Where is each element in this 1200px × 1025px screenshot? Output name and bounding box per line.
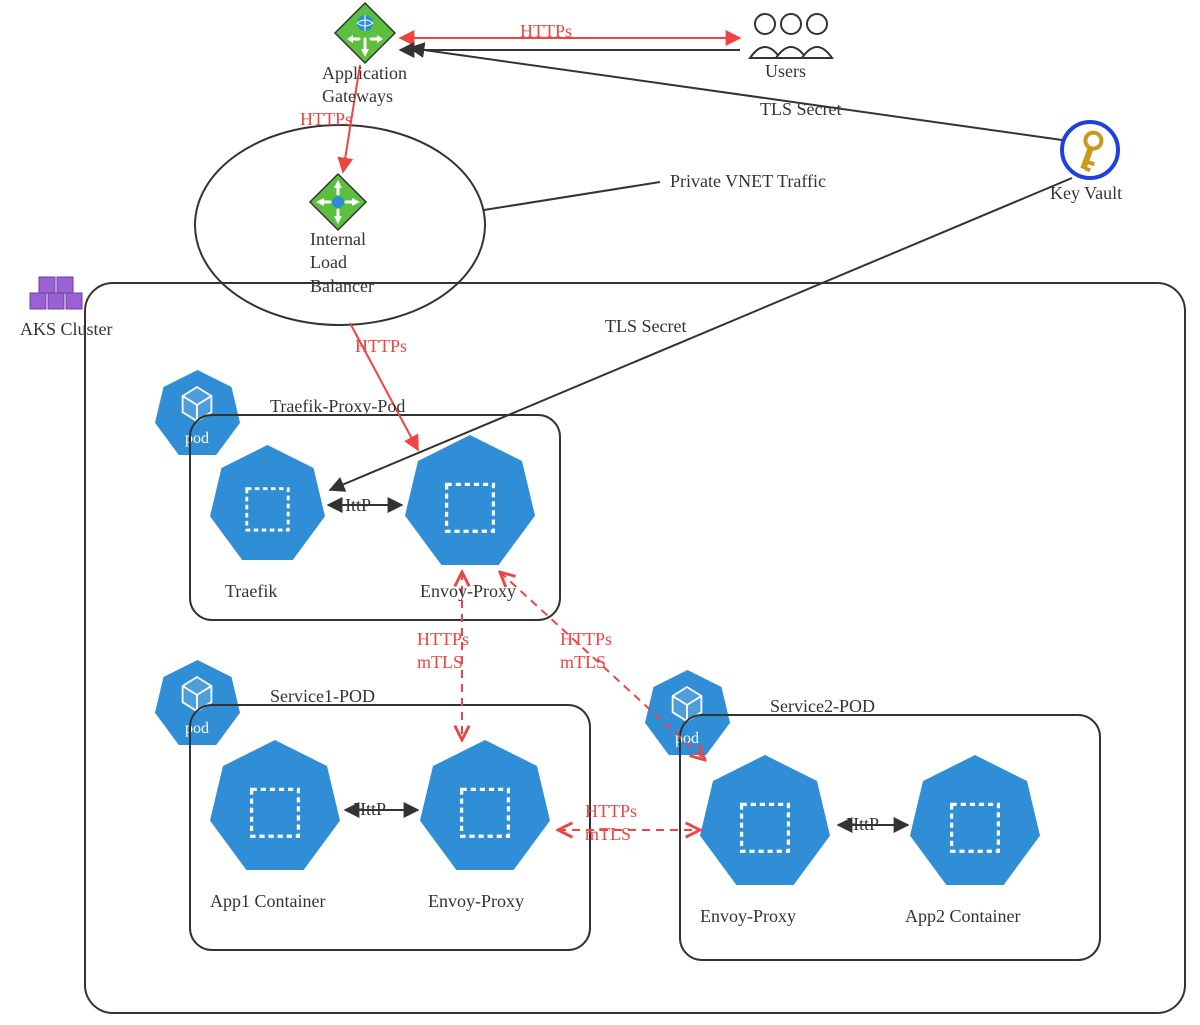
envoy-top-container-icon [405, 435, 535, 565]
envoy-right-label: Envoy-Proxy [700, 905, 796, 928]
envoy-top-label: Envoy-Proxy [420, 580, 516, 603]
edge-s1-http-label: HttP [353, 798, 386, 821]
svg-text:pod: pod [185, 430, 209, 447]
traefik-container-icon [210, 445, 325, 560]
service1-pod-label: Service1-POD [270, 685, 375, 708]
traefik-pod-label: Traefik-Proxy-Pod [270, 395, 405, 418]
edge-kv-traefik-label: TLS Secret [605, 315, 686, 338]
app2-label: App2 Container [905, 905, 1020, 928]
edge-s1-s2-label: HTTPs mTLS [585, 800, 637, 847]
traefik-pod-badge: pod [155, 370, 240, 455]
edge-envoy-s2-label: HTTPs mTLS [560, 628, 612, 675]
key-vault-icon [1062, 122, 1118, 178]
ilb-icon [310, 174, 366, 230]
app-gateway-icon [335, 3, 395, 63]
envoy-left-label: Envoy-Proxy [428, 890, 524, 913]
app1-label: App1 Container [210, 890, 325, 913]
app-gateway-label: Application Gateways [322, 62, 407, 109]
edge-s2-http-label: HttP [846, 813, 879, 836]
edge-ilb-traefik-label: HTTPs [355, 335, 407, 358]
svg-text:pod: pod [185, 720, 209, 737]
app1-container-icon [210, 740, 340, 870]
edge-envoy-s1-label: HTTPs mTLS [417, 628, 469, 675]
ilb-label: Internal Load Balancer [310, 228, 374, 298]
service2-pod-badge: pod [645, 670, 730, 755]
diagram-canvas: pod pod pod [0, 0, 1200, 1025]
edge-ilb-vnet-label: Private VNET Traffic [670, 170, 826, 193]
users-icon [750, 14, 832, 58]
users-label: Users [765, 60, 806, 83]
envoy-right-container-icon [700, 755, 830, 885]
traefik-label: Traefik [225, 580, 277, 603]
edge-traefik-http: HttP [338, 494, 371, 517]
edge-kv-appgw-label: TLS Secret [760, 98, 841, 121]
edge-kv-appgw [410, 48, 1062, 140]
aks-cluster-icon [30, 277, 82, 309]
service1-pod-badge: pod [155, 660, 240, 745]
aks-cluster-label: AKS Cluster [20, 318, 113, 341]
key-vault-label: Key Vault [1050, 182, 1122, 205]
diagram-svg: pod pod pod [0, 0, 1200, 1025]
envoy-left-container-icon [420, 740, 550, 870]
edge-users-appgw-label: HTTPs [520, 20, 572, 43]
app2-container-icon [910, 755, 1040, 885]
edge-kv-traefik [330, 178, 1072, 490]
edge-appgw-ilb-label: HTTPs [300, 108, 352, 131]
service2-pod-label: Service2-POD [770, 695, 875, 718]
edge-ilb-vnet [484, 182, 660, 210]
